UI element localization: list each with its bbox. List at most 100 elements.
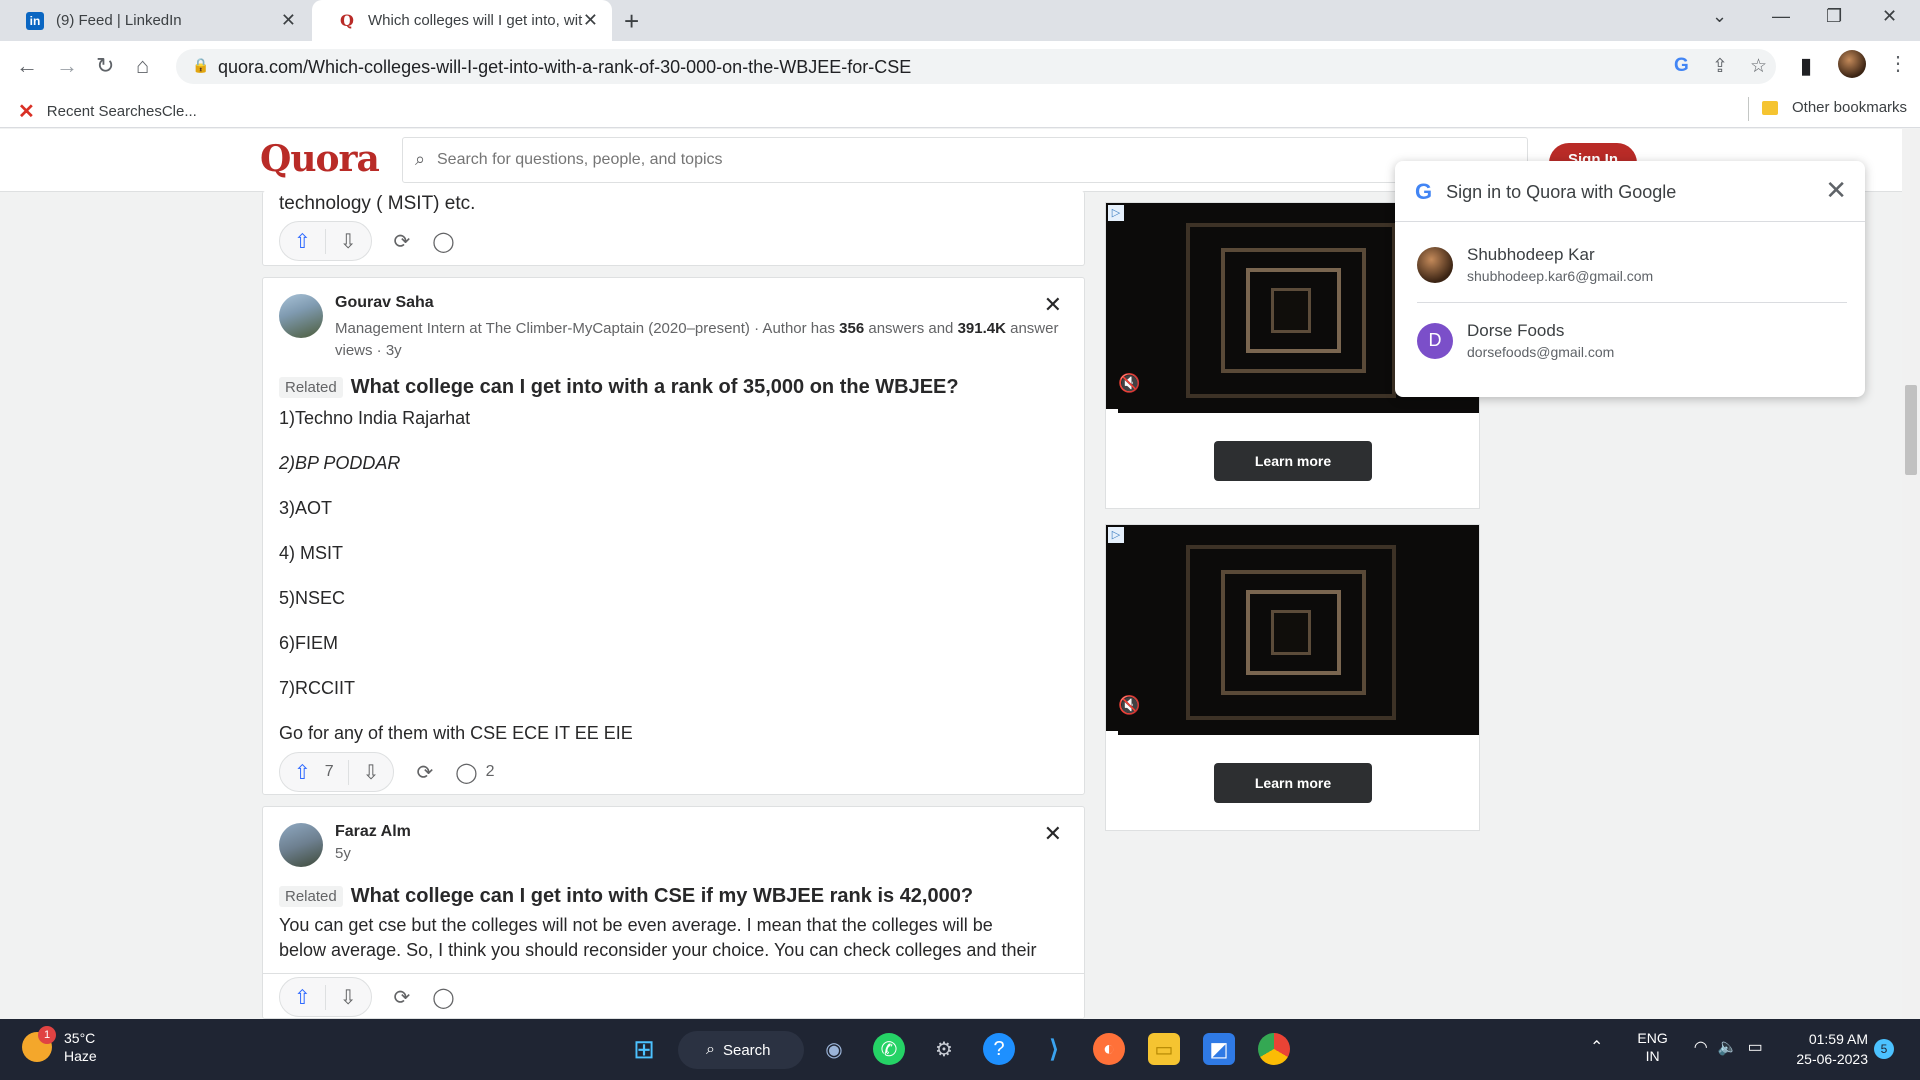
account-name: Dorse Foods: [1467, 321, 1565, 340]
comment-icon[interactable]: ◯: [432, 229, 454, 254]
bookmark-star-icon[interactable]: ☆: [1750, 55, 1767, 78]
minimize-button[interactable]: —: [1772, 6, 1790, 27]
related-question[interactable]: Related What college can I get into with…: [279, 885, 973, 908]
search-input[interactable]: [437, 148, 1437, 172]
weather-widget[interactable]: 1 35°C Haze: [22, 1026, 97, 1065]
restore-button[interactable]: ❐: [1826, 6, 1842, 27]
home-icon[interactable]: ⌂: [136, 53, 149, 79]
question-title[interactable]: What college can I get into with a rank …: [351, 376, 959, 399]
firefox-icon[interactable]: ◐: [1093, 1033, 1125, 1065]
tab-title: Which colleges will I get into, wit: [368, 12, 583, 29]
settings-icon[interactable]: ⚙: [928, 1033, 960, 1065]
tab-quora[interactable]: Q Which colleges will I get into, wit ✕: [312, 0, 612, 41]
chevron-up-icon[interactable]: ⌃: [1590, 1037, 1603, 1057]
camera-icon[interactable]: ◉: [818, 1033, 850, 1065]
other-bookmarks-label: Other bookmarks: [1792, 99, 1908, 116]
whatsapp-icon[interactable]: ✆: [873, 1033, 905, 1065]
start-icon[interactable]: ⊞: [628, 1033, 660, 1065]
close-tab-icon[interactable]: ✕: [281, 10, 296, 31]
taskbar-search[interactable]: ⌕ Search: [678, 1031, 804, 1069]
share-reload-icon[interactable]: ⟳: [394, 229, 411, 254]
downvote-button[interactable]: ⇩: [324, 984, 371, 1010]
mute-icon[interactable]: 🔇: [1118, 373, 1140, 394]
profile-avatar[interactable]: [1838, 50, 1866, 78]
wifi-icon[interactable]: ◠: [1694, 1037, 1708, 1057]
quora-logo[interactable]: Quora: [260, 138, 380, 180]
ad-unit[interactable]: ▷ 🔇 Learn more: [1105, 524, 1480, 831]
vote-group: ⇧ ⇩: [279, 221, 372, 261]
adchoices-icon[interactable]: ▷: [1108, 527, 1124, 543]
url-text[interactable]: quora.com/Which-colleges-will-I-get-into…: [218, 57, 911, 78]
reload-icon[interactable]: ↻: [96, 53, 114, 79]
back-icon[interactable]: ←: [16, 53, 38, 79]
quora-search[interactable]: ⌕: [402, 137, 1528, 183]
volume-icon[interactable]: 🔈: [1718, 1037, 1738, 1057]
photos-icon[interactable]: ◩: [1203, 1033, 1235, 1065]
bookmark-label: Recent SearchesCle...: [46, 103, 197, 120]
upvote-button[interactable]: ⇧: [280, 229, 325, 254]
scrollbar-track[interactable]: [1902, 129, 1920, 1019]
dismiss-icon[interactable]: ✕: [1044, 292, 1062, 318]
lock-icon[interactable]: 🔒: [192, 57, 209, 74]
tab-linkedin[interactable]: in (9) Feed | LinkedIn ✕: [0, 0, 310, 41]
video-progress: [1106, 409, 1118, 413]
menu-icon[interactable]: ⋮: [1888, 51, 1908, 76]
address-bar[interactable]: 🔒 quora.com/Which-colleges-will-I-get-in…: [176, 49, 1776, 84]
close-window-button[interactable]: ✕: [1882, 6, 1897, 27]
answer-actions: ⇧ ⇩ ⟳ ◯: [279, 977, 455, 1017]
related-question[interactable]: Related What college can I get into with…: [279, 376, 959, 399]
new-tab-button[interactable]: +: [624, 6, 639, 37]
author-meta: 5y: [335, 845, 351, 862]
file-explorer-icon[interactable]: ▭: [1148, 1033, 1180, 1065]
question-title[interactable]: What college can I get into with CSE if …: [351, 885, 973, 908]
learn-more-button[interactable]: Learn more: [1214, 441, 1372, 481]
close-icon[interactable]: ✕: [1825, 175, 1847, 206]
learn-more-button[interactable]: Learn more: [1214, 763, 1372, 803]
upvote-button[interactable]: ⇧: [280, 985, 325, 1010]
adchoices-icon[interactable]: ▷: [1108, 205, 1124, 221]
avatar[interactable]: [279, 823, 323, 867]
scrollbar-thumb[interactable]: [1905, 385, 1917, 475]
account-name: Shubhodeep Kar: [1467, 245, 1595, 264]
bookmarks-divider: [1748, 97, 1749, 121]
comment-button[interactable]: ◯ 2: [455, 760, 494, 785]
other-bookmarks[interactable]: Other bookmarks: [1762, 99, 1907, 116]
downvote-button[interactable]: ⇩: [347, 759, 394, 785]
folder-icon: [1762, 100, 1778, 115]
close-tab-icon[interactable]: ✕: [583, 10, 598, 31]
notification-badge[interactable]: 5: [1874, 1039, 1894, 1059]
avatar[interactable]: [279, 294, 323, 338]
bookmark-recent-searches[interactable]: ✕ Recent SearchesCle...: [18, 99, 197, 124]
downvote-button[interactable]: ⇩: [324, 228, 371, 254]
forward-icon[interactable]: →: [56, 53, 78, 79]
comment-count: 2: [485, 763, 495, 780]
account-option[interactable]: D Dorse Foods dorsefoods@gmail.com: [1417, 321, 1847, 360]
battery-icon[interactable]: ▭: [1748, 1037, 1763, 1057]
account-email: shubhodeep.kar6@gmail.com: [1467, 268, 1654, 284]
help-icon[interactable]: ?: [983, 1033, 1015, 1065]
author-name[interactable]: Faraz Alm: [335, 823, 1075, 841]
upvote-button[interactable]: ⇧ 7: [280, 760, 348, 785]
share-icon[interactable]: ⇪: [1712, 55, 1728, 78]
author-meta: Management Intern at The Climber-MyCapta…: [335, 320, 1059, 359]
clock[interactable]: 01:59 AM 25-06-2023: [1784, 1029, 1868, 1069]
account-option[interactable]: Shubhodeep Kar shubhodeep.kar6@gmail.com: [1417, 245, 1847, 284]
browser-toolbar: ← → ↻ ⌂ 🔒 quora.com/Which-colleges-will-…: [0, 41, 1920, 91]
author-name[interactable]: Gourav Saha: [335, 294, 1075, 312]
side-panel-icon[interactable]: ▮: [1800, 53, 1812, 79]
language-indicator[interactable]: ENG IN: [1637, 1029, 1667, 1065]
share-reload-icon[interactable]: ⟳: [416, 760, 433, 785]
weather-badge: 1: [38, 1026, 56, 1044]
dismiss-icon[interactable]: ✕: [1044, 821, 1062, 847]
ad-video[interactable]: ▷ 🔇: [1106, 525, 1479, 735]
chrome-icon[interactable]: [1258, 1033, 1290, 1065]
mute-icon[interactable]: 🔇: [1118, 695, 1140, 716]
comment-icon[interactable]: ◯: [432, 985, 454, 1010]
google-lens-icon[interactable]: G: [1674, 55, 1689, 77]
share-reload-icon[interactable]: ⟳: [394, 985, 411, 1010]
upvote-count: 7: [324, 763, 334, 780]
vscode-icon[interactable]: ⟩: [1038, 1033, 1070, 1065]
quora-icon: Q: [338, 11, 356, 30]
answer-actions: ⇧ ⇩ ⟳ ◯: [279, 221, 455, 261]
tab-search-icon[interactable]: ⌄: [1712, 6, 1727, 27]
